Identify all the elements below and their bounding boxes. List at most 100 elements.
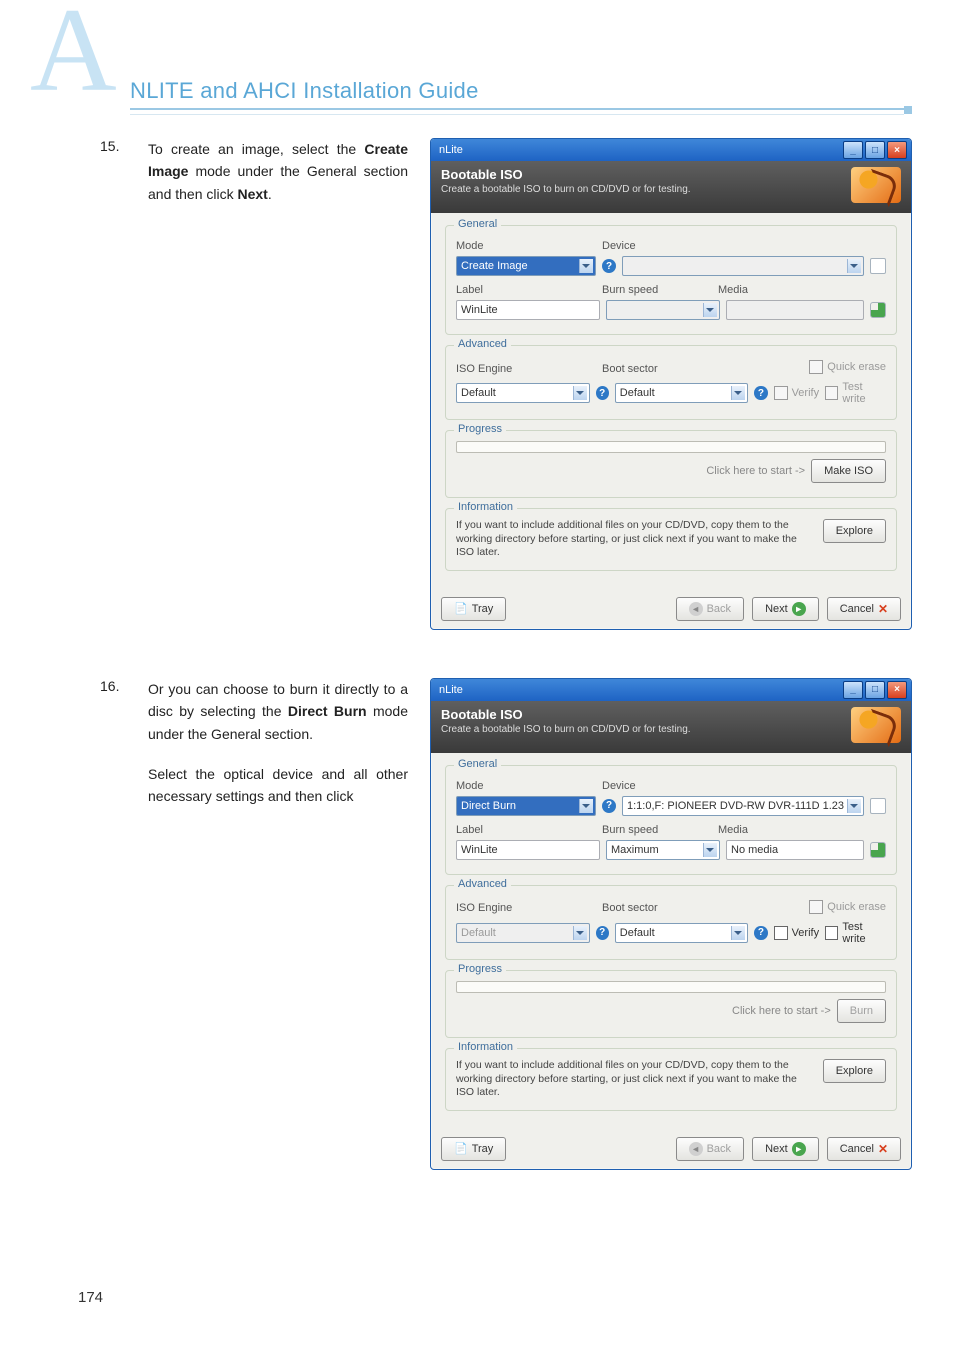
window-title: nLite (435, 144, 841, 156)
label-burnspeed: Burn speed (602, 824, 658, 836)
label-device: Device (602, 780, 886, 792)
step-15-text: To create an image, select the Create Im… (148, 138, 408, 205)
group-general: General Mode Device Create Image ? (445, 225, 897, 335)
testwrite-checkbox[interactable]: Test write (825, 921, 886, 945)
tray-button[interactable]: 📄 Tray (441, 597, 506, 621)
label-iso-engine: ISO Engine (456, 902, 512, 914)
explore-button[interactable]: Explore (823, 1059, 886, 1083)
label-mode: Mode (456, 240, 596, 252)
label-input[interactable]: WinLite (456, 840, 600, 860)
boot-sector-dropdown[interactable]: Default (615, 383, 749, 403)
iso-engine-value: Default (461, 927, 496, 939)
start-hint: Click here to start -> (706, 465, 805, 477)
verify-label: Verify (792, 927, 820, 939)
quickerase-checkbox: Quick erase (809, 360, 886, 374)
cancel-x-icon: ✕ (878, 602, 888, 616)
group-information-legend: Information (454, 1041, 517, 1053)
burnspeed-value: Maximum (611, 844, 659, 856)
step-16-text: Or you can choose to burn it directly to… (148, 678, 408, 808)
label-media: Media (718, 284, 748, 296)
start-hint: Click here to start -> (732, 1005, 831, 1017)
group-progress-legend: Progress (454, 963, 506, 975)
iso-engine-value: Default (461, 387, 496, 399)
verify-checkbox[interactable]: Verify (774, 926, 820, 940)
group-advanced: Advanced ISO Engine Boot sector Quick er… (445, 885, 897, 960)
iso-engine-help-icon[interactable]: ? (596, 386, 609, 400)
banner: Bootable ISO Create a bootable ISO to bu… (431, 701, 911, 753)
next-button[interactable]: Next ► (752, 1137, 819, 1161)
media-refresh-icon[interactable] (870, 842, 886, 858)
label-burnspeed: Burn speed (602, 284, 658, 296)
minimize-button[interactable]: _ (843, 141, 863, 159)
step-15-number: 15. (100, 138, 148, 154)
mode-help-icon[interactable]: ? (602, 799, 616, 813)
burnspeed-dropdown[interactable]: Maximum (606, 840, 720, 860)
minimize-button[interactable]: _ (843, 681, 863, 699)
device-browse-icon[interactable] (870, 798, 886, 814)
cancel-button[interactable]: Cancel ✕ (827, 1137, 901, 1161)
dialog-footer: 📄 Tray ◄ Back Next ► Cancel ✕ (431, 591, 911, 629)
explore-button[interactable]: Explore (823, 519, 886, 543)
quickerase-checkbox: Quick erase (809, 900, 886, 914)
step-15-screenshot: nLite _ □ × Bootable ISO Create a bootab… (408, 138, 912, 630)
iso-engine-dropdown[interactable]: Default (456, 383, 590, 403)
close-button[interactable]: × (887, 141, 907, 159)
mode-dropdown[interactable]: Create Image (456, 256, 596, 276)
dialog-footer: 📄 Tray ◄ Back Next ► Cancel ✕ (431, 1131, 911, 1169)
next-label: Next (765, 603, 788, 615)
titlebar: nLite _ □ × (431, 679, 911, 701)
banner-subtitle: Create a bootable ISO to burn on CD/DVD … (441, 184, 691, 195)
label-label: Label (456, 284, 483, 296)
media-value: No media (731, 844, 778, 856)
cancel-label: Cancel (840, 603, 874, 615)
boot-sector-value: Default (620, 387, 655, 399)
device-dropdown[interactable]: 1:1:0,F: PIONEER DVD-RW DVR-111D 1.23 (622, 796, 864, 816)
group-advanced-legend: Advanced (454, 878, 511, 890)
information-text: If you want to include additional files … (456, 519, 813, 560)
group-general-legend: General (454, 218, 501, 230)
nlite-dialog-direct-burn: nLite _ □ × Bootable ISO Create a bootab… (430, 678, 912, 1170)
tray-button[interactable]: 📄 Tray (441, 1137, 506, 1161)
iso-engine-dropdown: Default (456, 923, 590, 943)
label-mode: Mode (456, 780, 596, 792)
maximize-button[interactable]: □ (865, 681, 885, 699)
label-device: Device (602, 240, 886, 252)
label-label: Label (456, 824, 483, 836)
verify-label: Verify (792, 387, 820, 399)
back-arrow-icon: ◄ (689, 602, 703, 616)
mode-help-icon[interactable]: ? (602, 259, 616, 273)
nlite-logo-icon (851, 167, 901, 203)
label-input[interactable]: WinLite (456, 300, 600, 320)
verify-checkbox: Verify (774, 386, 820, 400)
cancel-button[interactable]: Cancel ✕ (827, 597, 901, 621)
information-text: If you want to include additional files … (456, 1059, 813, 1100)
boot-sector-help-icon[interactable]: ? (754, 926, 767, 940)
back-label: Back (707, 603, 731, 615)
banner-title: Bootable ISO (441, 167, 691, 182)
make-iso-button[interactable]: Make ISO (811, 459, 886, 483)
boot-sector-help-icon[interactable]: ? (754, 386, 767, 400)
boot-sector-dropdown[interactable]: Default (615, 923, 749, 943)
close-button[interactable]: × (887, 681, 907, 699)
quickerase-label: Quick erase (827, 901, 886, 913)
media-refresh-icon[interactable] (870, 302, 886, 318)
label-input-value: WinLite (461, 304, 498, 316)
next-button[interactable]: Next ► (752, 597, 819, 621)
tray-label: Tray (472, 1143, 494, 1155)
device-browse-icon[interactable] (870, 258, 886, 274)
group-progress: Progress Click here to start -> Make ISO (445, 430, 897, 498)
step-15-text-pre: To create an image, select the (148, 141, 364, 157)
label-boot-sector: Boot sector (602, 363, 658, 375)
maximize-button[interactable]: □ (865, 141, 885, 159)
cancel-x-icon: ✕ (878, 1142, 888, 1156)
testwrite-label: Test write (842, 921, 886, 945)
group-advanced: Advanced ISO Engine Boot sector Quick er… (445, 345, 897, 420)
mode-dropdown[interactable]: Direct Burn (456, 796, 596, 816)
step-15-row: 15. To create an image, select the Creat… (0, 120, 954, 630)
back-button: ◄ Back (676, 1137, 744, 1161)
step-16-row: 16. Or you can choose to burn it directl… (0, 660, 954, 1170)
back-arrow-icon: ◄ (689, 1142, 703, 1156)
banner-subtitle: Create a bootable ISO to burn on CD/DVD … (441, 724, 691, 735)
group-advanced-legend: Advanced (454, 338, 511, 350)
iso-engine-help-icon[interactable]: ? (596, 926, 609, 940)
